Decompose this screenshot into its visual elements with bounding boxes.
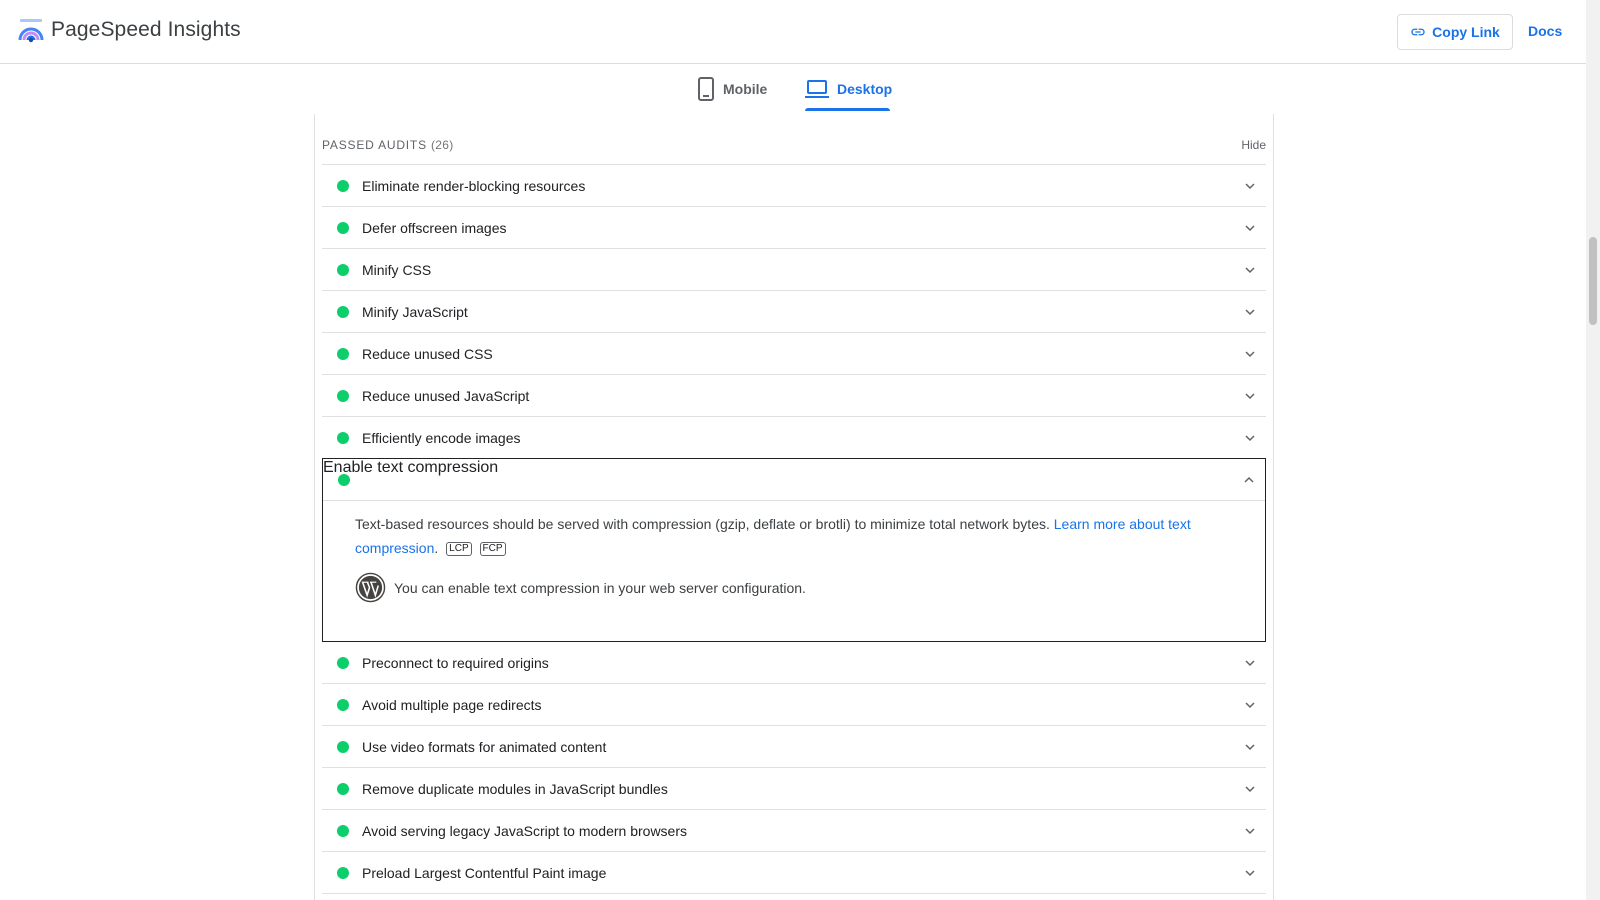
audit-item[interactable]: Minify JavaScript — [322, 291, 1266, 333]
audit-item-label: Use video formats for animated content — [362, 739, 607, 755]
audit-item-label: Efficiently encode images — [362, 430, 521, 446]
audit-item-label: Preload Largest Contentful Paint image — [362, 865, 607, 881]
pass-indicator-icon — [337, 180, 349, 192]
audit-description: Text-based resources should be served wi… — [355, 512, 1215, 560]
audit-item-label: Reduce unused CSS — [362, 346, 493, 362]
chevron-up-icon — [1244, 476, 1254, 483]
chevron-down-icon — [1245, 828, 1255, 835]
chevron-down-icon — [1245, 786, 1255, 793]
chevron-down-icon — [1245, 183, 1255, 190]
audit-item-label: Enable text compression — [323, 459, 499, 476]
audit-item-expanded: Enable text compression Text-based resou… — [322, 458, 1266, 642]
audit-item[interactable]: Reduce unused JavaScript — [322, 375, 1266, 417]
audit-item-label: Preconnect to required origins — [362, 655, 549, 671]
chevron-down-icon — [1245, 744, 1255, 751]
tab-desktop-label: Desktop — [837, 80, 893, 97]
audit-item[interactable]: Eliminate render-blocking resources — [322, 165, 1266, 207]
audit-item[interactable]: Efficiently encode images — [322, 417, 1266, 459]
stack-pack-hint: You can enable text compression in your … — [355, 572, 806, 603]
passed-audits-header: PASSED AUDITS (26) Hide — [322, 114, 1266, 165]
metric-tag-fcp: FCP — [479, 542, 506, 557]
audit-item[interactable]: Preconnect to required origins — [322, 642, 1266, 684]
pass-indicator-icon — [337, 825, 349, 837]
audit-description-text: Text-based resources should be served wi… — [355, 516, 1050, 532]
link-icon — [1411, 28, 1425, 36]
metric-tag-lcp: LCP — [446, 542, 472, 557]
pass-indicator-icon — [337, 348, 349, 360]
stack-pack-hint-text: You can enable text compression in your … — [394, 579, 806, 596]
audit-item-label: Reduce unused JavaScript — [362, 388, 530, 404]
audit-item-header[interactable]: Enable text compression — [323, 459, 1265, 501]
audit-item[interactable]: Avoid multiple page redirects — [322, 684, 1266, 726]
pass-indicator-icon — [337, 867, 349, 879]
chevron-down-icon — [1245, 393, 1255, 400]
chevron-down-icon — [1245, 702, 1255, 709]
pass-indicator-icon — [337, 657, 349, 669]
chevron-down-icon — [1245, 351, 1255, 358]
copy-link-button[interactable]: Copy Link — [1397, 14, 1513, 50]
smartphone-icon — [698, 76, 714, 101]
scrollbar-thumb[interactable] — [1589, 237, 1597, 325]
audit-panel: PASSED AUDITS (26) Hide Eliminate render… — [314, 114, 1274, 900]
audit-item-label: Avoid serving legacy JavaScript to moder… — [362, 823, 688, 839]
tab-mobile[interactable]: Mobile — [697, 64, 767, 113]
pass-indicator-icon — [337, 741, 349, 753]
chevron-down-icon — [1245, 267, 1255, 274]
laptop-icon — [805, 79, 829, 98]
audit-item[interactable]: Avoid serving legacy JavaScript to moder… — [322, 810, 1266, 852]
audit-item[interactable]: Reduce unused CSS — [322, 333, 1266, 375]
pass-indicator-icon — [337, 783, 349, 795]
audit-item-label: Eliminate render-blocking resources — [362, 178, 586, 194]
audit-item[interactable]: Remove duplicate modules in JavaScript b… — [322, 768, 1266, 810]
passed-audits-title-text: PASSED AUDITS — [322, 138, 427, 152]
tab-mobile-label: Mobile — [723, 80, 768, 97]
chevron-down-icon — [1245, 309, 1255, 316]
audit-item-label: Defer offscreen images — [362, 220, 507, 236]
audit-item[interactable]: Minify CSS — [322, 249, 1266, 291]
passed-audits-count: (26) — [431, 138, 454, 152]
pass-indicator-icon — [337, 306, 349, 318]
audit-item-label: Minify JavaScript — [362, 304, 468, 320]
device-tabs: Mobile Desktop — [0, 64, 1586, 114]
audit-item[interactable]: Use video formats for animated content — [322, 726, 1266, 768]
audit-item-label: Remove duplicate modules in JavaScript b… — [362, 781, 668, 797]
hide-button[interactable]: Hide — [1241, 138, 1266, 152]
tab-desktop[interactable]: Desktop — [805, 64, 892, 113]
chevron-down-icon — [1245, 225, 1255, 232]
pass-indicator-icon — [337, 699, 349, 711]
pass-indicator-icon — [337, 222, 349, 234]
pass-indicator-icon — [337, 390, 349, 402]
chevron-down-icon — [1245, 870, 1255, 877]
docs-link[interactable]: Docs — [1528, 23, 1562, 39]
chevron-down-icon — [1245, 435, 1255, 442]
pagespeed-logo-icon — [18, 19, 44, 43]
audit-item[interactable]: Defer offscreen images — [322, 207, 1266, 249]
pass-indicator-icon — [337, 264, 349, 276]
audit-item[interactable]: Preload Largest Contentful Paint image — [322, 852, 1266, 894]
pass-indicator-icon — [338, 474, 350, 486]
audit-list: Eliminate render-blocking resources Defer… — [322, 165, 1266, 894]
top-bar: PageSpeed Insights Copy Link Docs — [0, 0, 1586, 64]
audit-item-label: Minify CSS — [362, 262, 432, 278]
audit-item-label: Avoid multiple page redirects — [362, 697, 542, 713]
passed-audits-title: PASSED AUDITS (26) — [322, 138, 454, 152]
page-scrollbar[interactable] — [1586, 0, 1600, 900]
link-period: . — [434, 540, 439, 556]
active-tab-indicator — [805, 108, 890, 111]
copy-link-label: Copy Link — [1432, 24, 1500, 40]
pass-indicator-icon — [337, 432, 349, 444]
wordpress-icon — [355, 572, 386, 603]
brand-name[interactable]: PageSpeed Insights — [51, 18, 241, 42]
chevron-down-icon — [1245, 660, 1255, 667]
